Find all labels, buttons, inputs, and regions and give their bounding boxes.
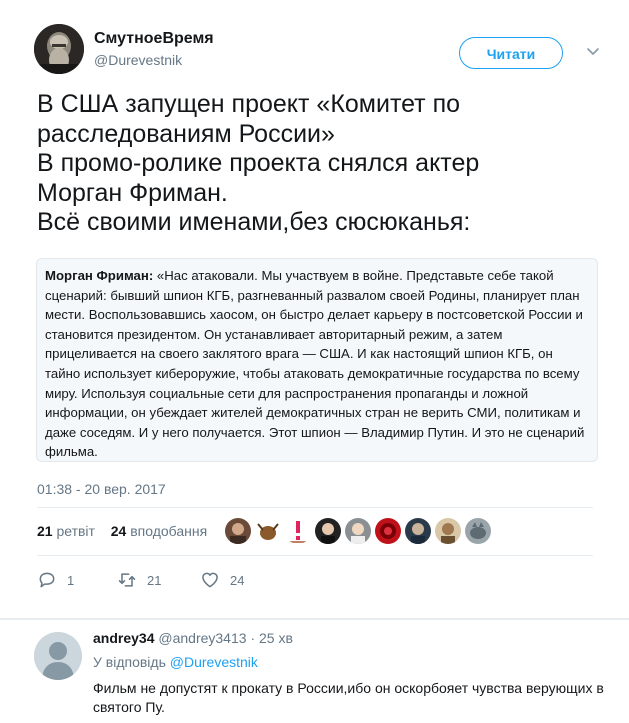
likes-count[interactable]: 24: [111, 523, 127, 539]
retweet-icon: [118, 573, 136, 587]
reply-count: 1: [67, 572, 75, 588]
retweet-action[interactable]: 21: [117, 568, 161, 592]
tweet-timestamp[interactable]: 01:38 - 20 вер. 2017: [37, 481, 166, 497]
reply-author-avatar[interactable]: [34, 632, 82, 680]
liker-avatar[interactable]: [405, 518, 431, 544]
reply-time[interactable]: · 25 хв: [250, 630, 292, 646]
tweet-stats: 21 ретвіт 24 вподобання: [37, 523, 207, 539]
liker-avatar[interactable]: [285, 518, 311, 544]
liker-avatar[interactable]: [465, 518, 491, 544]
reply-author-name[interactable]: andrey34: [93, 630, 154, 646]
author-display-name[interactable]: СмутноеВремя: [94, 30, 214, 48]
heart-icon: [202, 572, 218, 588]
like-action[interactable]: 24: [200, 568, 244, 592]
divider: [37, 555, 593, 556]
reply-to-prefix: У відповідь: [93, 654, 166, 670]
liker-avatar[interactable]: [315, 518, 341, 544]
default-avatar-icon: [34, 632, 82, 680]
liker-avatar[interactable]: [255, 518, 281, 544]
reply-context: У відповідь @Durevestnik: [93, 654, 258, 670]
reply-to-handle-link[interactable]: @Durevestnik: [170, 654, 258, 670]
liker-avatar[interactable]: [345, 518, 371, 544]
retweets-label[interactable]: ретвіт: [56, 523, 94, 539]
tweet-actions: 1 21 24: [37, 568, 337, 592]
tweet-header: СмутноеВремя @Durevestnik Читати: [34, 24, 614, 76]
author-avatar[interactable]: [34, 24, 84, 74]
reply-tweet[interactable]: andrey34 @andrey3413 · 25 хв У відповідь…: [0, 620, 629, 723]
author-handle[interactable]: @Durevestnik: [94, 52, 182, 68]
quoted-text-block: Морган Фриман: «Нас атаковали. Мы участв…: [36, 258, 598, 462]
quote-text: «Нас атаковали. Мы участвуем в войне. Пр…: [45, 268, 585, 460]
reply-icon: [39, 572, 55, 588]
reply-text: Фильм не допустят к прокату в России,ибо…: [93, 680, 604, 715]
like-count: 24: [230, 572, 245, 588]
liker-avatar[interactable]: [435, 518, 461, 544]
reply-author-handle[interactable]: @andrey3413: [158, 630, 246, 646]
reply-action[interactable]: 1: [37, 568, 74, 592]
retweets-count[interactable]: 21: [37, 523, 53, 539]
likes-label[interactable]: вподобання: [130, 523, 207, 539]
liker-avatar[interactable]: [225, 518, 251, 544]
retweet-count: 21: [147, 572, 162, 588]
tweet-text: В США запущен проект «Комитет по расслед…: [37, 90, 480, 236]
follow-button[interactable]: Читати: [459, 37, 563, 69]
avatar-image: [34, 24, 84, 74]
liker-avatar[interactable]: [375, 518, 401, 544]
divider: [37, 507, 593, 508]
chevron-down-icon[interactable]: [586, 44, 600, 58]
reply-header: andrey34 @andrey3413 · 25 хв: [93, 630, 293, 646]
quote-speaker: Морган Фриман:: [45, 268, 154, 283]
